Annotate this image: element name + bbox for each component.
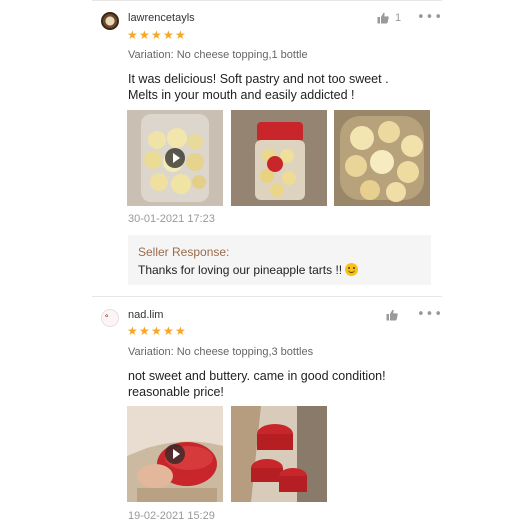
- thumbs-up-icon: [386, 309, 398, 321]
- reviewer-name[interactable]: lawrencetayls: [128, 12, 195, 24]
- star-icon: ★: [139, 324, 150, 338]
- avatar[interactable]: [101, 12, 119, 30]
- seller-response-message: Thanks for loving our pineapple tarts !!: [138, 263, 343, 277]
- avatar-logo-icon: ✿: [105, 313, 109, 318]
- star-icon: ★: [151, 324, 162, 338]
- like-button[interactable]: 1: [377, 12, 401, 24]
- review-comment: not sweet and buttery. came in good cond…: [128, 368, 428, 400]
- review-divider: [92, 296, 442, 297]
- review-video-thumbnail[interactable]: [127, 110, 223, 206]
- like-count: 1: [395, 12, 402, 24]
- variation-text: Variation: No cheese topping,3 bottles: [128, 346, 314, 358]
- thumbs-up-icon: [377, 12, 389, 24]
- variation-text: Variation: No cheese topping,1 bottle: [128, 49, 308, 61]
- play-icon[interactable]: [165, 148, 185, 168]
- review-photo[interactable]: [334, 110, 430, 206]
- star-icon: ★: [127, 324, 138, 338]
- review-date: 19-02-2021 15:29: [128, 510, 215, 522]
- rating-stars: ★ ★ ★ ★ ★: [127, 28, 186, 42]
- avatar[interactable]: ✿: [101, 309, 119, 327]
- comment-line: reasonable price!: [128, 385, 224, 399]
- seller-response: Seller Response: Thanks for loving our p…: [128, 235, 431, 285]
- review-photo[interactable]: [231, 110, 327, 206]
- comment-line: Melts in your mouth and easily addicted …: [128, 88, 355, 102]
- more-options-button[interactable]: •••: [417, 307, 443, 322]
- tarts-closeup-image: [334, 110, 430, 206]
- like-button[interactable]: [386, 309, 398, 321]
- star-icon: ★: [127, 28, 138, 42]
- rating-stars: ★ ★ ★ ★ ★: [127, 324, 186, 338]
- review-photo[interactable]: [231, 406, 327, 502]
- comment-line: not sweet and buttery. came in good cond…: [128, 369, 386, 383]
- star-icon: ★: [139, 28, 150, 42]
- star-icon: ★: [175, 324, 186, 338]
- more-dots-icon: •••: [417, 307, 444, 322]
- smile-emoji-icon: [345, 263, 359, 276]
- top-divider: [92, 0, 442, 1]
- review-comment: It was delicious! Soft pastry and not to…: [128, 71, 428, 103]
- star-icon: ★: [163, 324, 174, 338]
- more-dots-icon: •••: [417, 10, 444, 25]
- reviewer-name[interactable]: nad.lim: [128, 309, 163, 321]
- more-options-button[interactable]: •••: [417, 10, 443, 25]
- play-icon[interactable]: [165, 444, 185, 464]
- jar-with-red-lid-image: [231, 110, 327, 206]
- star-icon: ★: [175, 28, 186, 42]
- star-icon: ★: [163, 28, 174, 42]
- star-icon: ★: [151, 28, 162, 42]
- seller-response-text: Thanks for loving our pineapple tarts !!: [138, 263, 359, 277]
- review-video-thumbnail[interactable]: [127, 406, 223, 502]
- review-date: 30-01-2021 17:23: [128, 213, 215, 225]
- red-lids-in-bag-image: [231, 406, 327, 502]
- comment-line: It was delicious! Soft pastry and not to…: [128, 72, 389, 86]
- seller-response-title: Seller Response:: [138, 245, 230, 259]
